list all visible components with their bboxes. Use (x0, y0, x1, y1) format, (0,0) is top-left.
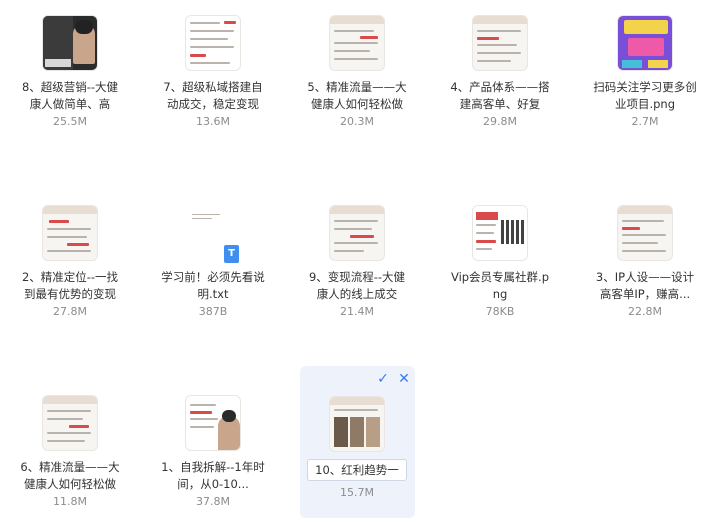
file-tile[interactable]: 5、精准流量——大健康人如何轻松做 20.3M (301, 3, 413, 128)
file-size: 25.5M (53, 115, 87, 128)
file-name: 6、精准流量——大健康人如何轻松做 (20, 460, 120, 491)
file-name: 学习前！必须先看说明.txt (161, 270, 265, 301)
file-size: 29.8M (483, 115, 517, 128)
text-file-icon: T (224, 245, 239, 263)
file-size: 387B (198, 305, 228, 318)
file-thumbnail (617, 15, 673, 71)
file-size: 11.8M (53, 495, 87, 508)
file-name: 3、IP人设——设计高客单IP，赚高... (595, 270, 695, 301)
file-name: 2、精准定位--一找到最有优势的变现 (21, 270, 119, 301)
file-size: 27.8M (53, 305, 87, 318)
file-tile[interactable]: 6、精准流量——大健康人如何轻松做 11.8M (14, 383, 126, 508)
file-thumbnail (42, 205, 98, 261)
file-tile[interactable]: Vip会员专属社群.png 78KB (444, 193, 556, 318)
file-tile[interactable]: 4、产品体系——搭建高客单、好复 29.8M (444, 3, 556, 128)
file-thumbnail (185, 15, 241, 71)
file-name: 4、产品体系——搭建高客单、好复 (450, 80, 550, 111)
file-name: 5、精准流量——大健康人如何轻松做 (307, 80, 407, 111)
file-tile[interactable]: 3、IP人设——设计高客单IP，赚高... 22.8M (589, 193, 701, 318)
file-name: 7、超级私域搭建自动成交，稳定变现 (163, 80, 263, 111)
file-tile[interactable]: 9、变现流程--大健康人的线上成交 21.4M (301, 193, 413, 318)
file-tile[interactable]: 学习前！必须先看说明.txt 387B (157, 193, 269, 318)
rename-input[interactable] (307, 459, 407, 481)
file-size: 22.8M (628, 305, 662, 318)
file-name: 8、超级营销--大健康人做简单、高 (21, 80, 119, 111)
file-thumbnail (329, 205, 385, 261)
file-tile[interactable]: 8、超级营销--大健康人做简单、高 25.5M (14, 3, 126, 128)
file-size: 15.7M (340, 486, 374, 499)
file-tile[interactable]: 1、自我拆解--1年时间，从0-10... 37.8M (157, 383, 269, 508)
file-thumbnail (42, 395, 98, 451)
file-size: 2.7M (631, 115, 659, 128)
file-size: 20.3M (340, 115, 374, 128)
file-size: 37.8M (196, 495, 230, 508)
file-name: Vip会员专属社群.png (450, 270, 550, 301)
file-thumbnail (617, 205, 673, 261)
file-thumbnail (329, 15, 385, 71)
file-tile[interactable]: 7、超级私域搭建自动成交，稳定变现 13.6M (157, 3, 269, 128)
file-name: 9、变现流程--大健康人的线上成交 (308, 270, 406, 301)
file-size: 13.6M (196, 115, 230, 128)
file-size: 78KB (485, 305, 515, 318)
file-name: 扫码关注学习更多创业项目.png (593, 80, 697, 111)
file-thumbnail (329, 396, 385, 452)
file-name: 1、自我拆解--1年时间，从0-10... (161, 460, 265, 491)
file-thumbnail (42, 15, 98, 71)
file-thumbnail (472, 205, 528, 261)
file-thumbnail (472, 15, 528, 71)
file-tile[interactable]: 扫码关注学习更多创业项目.png 2.7M (589, 3, 701, 128)
renaming-file-tile (301, 384, 413, 452)
file-size: 21.4M (340, 305, 374, 318)
file-thumbnail (185, 395, 241, 451)
file-tile[interactable]: 2、精准定位--一找到最有优势的变现 27.8M (14, 193, 126, 318)
